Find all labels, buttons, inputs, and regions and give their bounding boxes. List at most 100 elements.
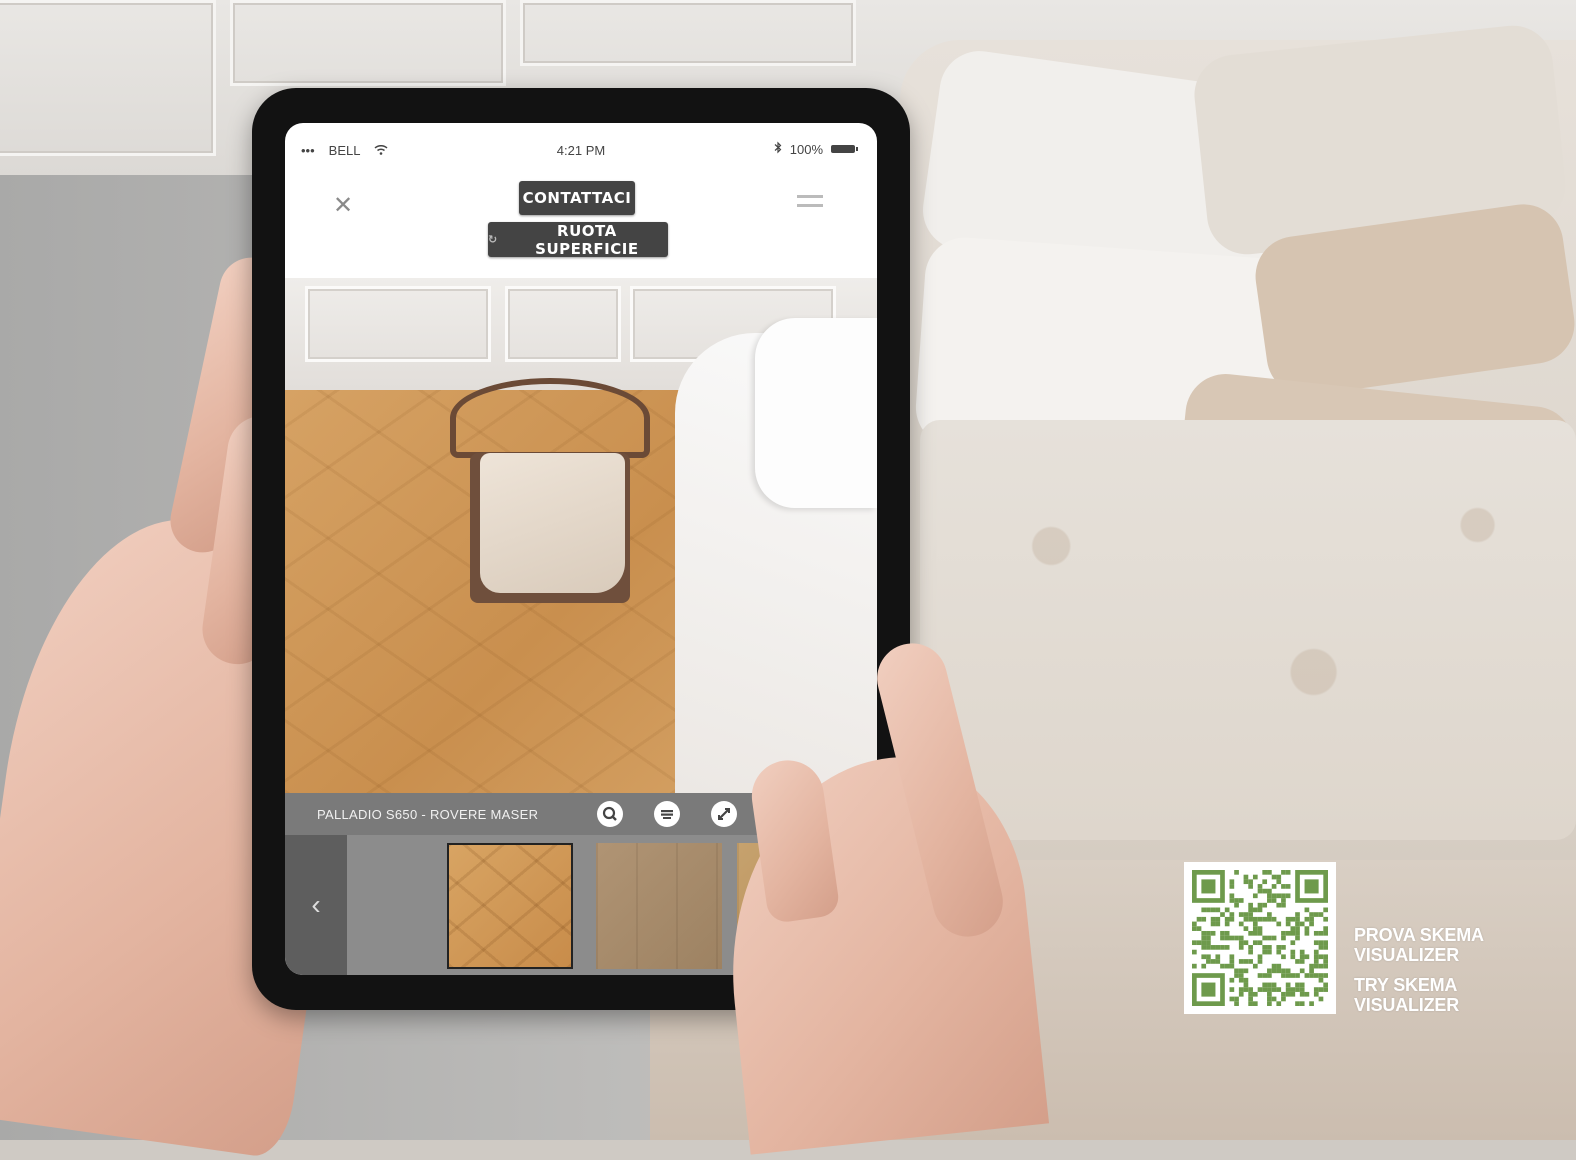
qr-module — [1252, 1001, 1258, 1006]
promo-line: VISUALIZER — [1354, 995, 1460, 1015]
qr-module — [1323, 940, 1328, 946]
qr-module — [1238, 940, 1244, 946]
qr-module — [1262, 987, 1268, 992]
qr-module — [1234, 973, 1239, 978]
qr-module — [1210, 945, 1216, 950]
resize-icon[interactable] — [711, 801, 737, 827]
qr-module — [1220, 912, 1225, 917]
contact-button-label: CONTATTACI — [522, 189, 632, 207]
qr-module — [1281, 884, 1286, 889]
qr-module — [1215, 945, 1221, 950]
qr-module — [1224, 907, 1230, 913]
qr-code[interactable] — [1184, 862, 1336, 1014]
qr-module — [1210, 930, 1216, 936]
qr-module — [1290, 991, 1296, 997]
qr-module — [1267, 898, 1272, 903]
qr-module — [1323, 963, 1328, 969]
wall-panel — [505, 286, 621, 362]
qr-module — [1318, 977, 1324, 983]
carousel-prev-button[interactable]: ‹ — [285, 835, 347, 975]
qr-module — [1323, 930, 1328, 936]
qr-module — [1285, 982, 1291, 988]
qr-module — [1210, 907, 1216, 913]
qr-module — [1262, 879, 1268, 885]
qr-module — [1238, 987, 1244, 992]
qr-module — [1313, 949, 1319, 955]
qr-module — [1206, 930, 1211, 936]
qr-module — [1285, 921, 1291, 927]
qr-module — [1248, 912, 1253, 917]
qr-module — [1210, 916, 1216, 922]
qr-module — [1243, 879, 1249, 885]
qr-module — [1215, 959, 1221, 964]
qr-module — [1313, 954, 1319, 960]
search-icon[interactable] — [597, 801, 623, 827]
menu-icon[interactable] — [797, 195, 823, 207]
promo-text-italian: PROVA SKEMA VISUALIZER — [1354, 925, 1484, 965]
qr-module — [1257, 926, 1263, 931]
qr-module — [1262, 973, 1268, 978]
qr-finder — [1201, 879, 1216, 894]
qr-module — [1276, 879, 1282, 885]
layers-icon[interactable] — [654, 801, 680, 827]
qr-module — [1281, 996, 1286, 1002]
qr-module — [1243, 940, 1249, 946]
battery-percent: 100% — [789, 141, 823, 157]
material-tile-selected[interactable] — [447, 843, 573, 969]
qr-module — [1267, 1001, 1272, 1006]
app-toolbar: ✕ CONTATTACI ↻ RUOTA SUPERFICIE — [285, 173, 877, 278]
qr-module — [1248, 907, 1253, 913]
qr-module — [1309, 1001, 1314, 1006]
qr-module — [1281, 898, 1286, 903]
qr-module — [1243, 926, 1249, 931]
qr-module — [1243, 977, 1249, 983]
qr-module — [1281, 870, 1286, 875]
qr-module — [1238, 959, 1244, 964]
qr-module — [1229, 977, 1235, 983]
qr-module — [1295, 982, 1300, 988]
qr-module — [1238, 968, 1244, 974]
qr-module — [1281, 945, 1286, 950]
qr-module — [1285, 916, 1291, 922]
rotate-surface-button[interactable]: ↻ RUOTA SUPERFICIE — [488, 222, 668, 258]
qr-module — [1299, 991, 1305, 997]
qr-module — [1196, 926, 1202, 931]
qr-module — [1285, 930, 1291, 936]
qr-module — [1276, 945, 1282, 950]
qr-module — [1285, 884, 1291, 889]
material-tile[interactable] — [596, 843, 722, 969]
qr-module — [1295, 916, 1300, 922]
qr-module — [1304, 916, 1310, 922]
qr-module — [1323, 973, 1328, 978]
qr-module — [1271, 935, 1277, 941]
qr-module — [1285, 870, 1291, 875]
qr-module — [1281, 930, 1286, 936]
qr-module — [1267, 916, 1272, 922]
qr-module — [1290, 949, 1296, 955]
qr-module — [1318, 973, 1324, 978]
qr-module — [1318, 912, 1324, 917]
qr-module — [1271, 893, 1277, 899]
qr-module — [1248, 902, 1253, 908]
close-icon[interactable]: ✕ — [333, 191, 353, 220]
qr-module — [1248, 884, 1253, 889]
qr-module — [1267, 987, 1272, 992]
scene-pillow — [755, 318, 877, 508]
qr-module — [1248, 879, 1253, 885]
qr-module — [1210, 959, 1216, 964]
qr-module — [1257, 907, 1263, 913]
qr-module — [1313, 930, 1319, 936]
qr-module — [1304, 907, 1310, 913]
qr-module — [1267, 949, 1272, 955]
ar-camera-view[interactable] — [285, 278, 877, 793]
qr-module — [1234, 1001, 1239, 1006]
qr-module — [1248, 930, 1253, 936]
qr-module — [1201, 907, 1207, 913]
qr-module — [1206, 945, 1211, 950]
qr-module — [1271, 987, 1277, 992]
qr-module — [1276, 949, 1282, 955]
qr-module — [1267, 893, 1272, 899]
qr-module — [1229, 893, 1235, 899]
contact-button[interactable]: CONTATTACI — [519, 181, 635, 215]
qr-module — [1304, 926, 1310, 931]
